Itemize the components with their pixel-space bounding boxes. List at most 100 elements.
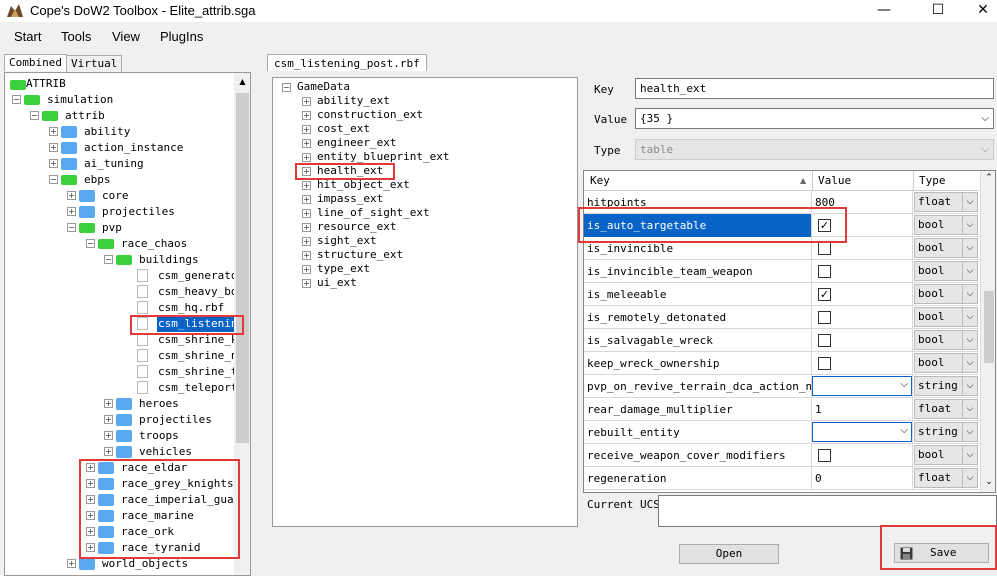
tree-item[interactable]: ability <box>83 124 131 140</box>
gamedata-item[interactable]: ui_ext <box>317 275 357 291</box>
chevron-down-icon[interactable]: ⌵ <box>962 377 977 395</box>
expand-icon[interactable]: + <box>302 153 311 162</box>
tree-item[interactable]: core <box>101 188 130 204</box>
open-button[interactable]: Open <box>679 544 779 564</box>
expand-icon[interactable]: + <box>104 447 113 456</box>
tree-item[interactable]: csm_heavy_bol <box>157 284 245 300</box>
key-field[interactable]: health_ext <box>635 78 994 99</box>
chevron-down-icon[interactable]: ⌵ <box>962 354 977 372</box>
type-combo[interactable]: bool ⌵ <box>914 238 978 258</box>
expand-icon[interactable]: + <box>302 209 311 218</box>
tab-virtual[interactable]: Virtual <box>66 55 123 72</box>
tree-item[interactable]: projectiles <box>101 204 176 220</box>
tree-item[interactable]: pvp <box>101 220 123 236</box>
minimize-button[interactable]: — <box>861 0 907 22</box>
tree-item[interactable]: simulation <box>46 92 114 108</box>
scroll-down-icon[interactable]: ⌄ <box>981 477 995 491</box>
value-text[interactable]: 1 <box>815 398 822 421</box>
expand-icon[interactable]: + <box>104 431 113 440</box>
expand-icon[interactable]: + <box>302 237 311 246</box>
expand-icon[interactable]: + <box>67 191 76 200</box>
checkbox[interactable] <box>818 242 831 255</box>
close-button[interactable]: ✕ <box>960 0 997 22</box>
col-type-header[interactable]: Type <box>919 171 946 191</box>
chevron-down-icon[interactable]: ⌵ <box>962 331 977 349</box>
current-ucs-field[interactable] <box>658 495 997 527</box>
type-combo[interactable]: string ⌵ <box>914 376 978 396</box>
chevron-down-icon[interactable]: ⌵ <box>962 423 977 441</box>
chevron-down-icon[interactable]: ⌵ <box>981 111 989 126</box>
tree-item[interactable]: ai_tuning <box>83 156 145 172</box>
chevron-down-icon[interactable]: ⌵ <box>962 216 977 234</box>
chevron-down-icon[interactable]: ⌵ <box>962 469 977 487</box>
type-combo[interactable]: bool ⌵ <box>914 353 978 373</box>
tree-item[interactable]: csm_teleport_ <box>157 380 245 396</box>
expand-icon[interactable]: + <box>302 251 311 260</box>
expand-icon[interactable]: + <box>302 181 311 190</box>
checkbox[interactable] <box>818 334 831 347</box>
checkbox[interactable] <box>818 265 831 278</box>
grid-row[interactable]: rear_damage_multiplier 1 float ⌵ <box>584 398 979 421</box>
menu-view[interactable]: View <box>112 29 140 44</box>
row-key[interactable]: pvp_on_revive_terrain_dca_action_name <box>584 375 812 398</box>
tree-item[interactable]: csm_hq.rbf <box>157 300 225 316</box>
expand-icon[interactable]: + <box>49 143 58 152</box>
scroll-up-icon[interactable]: ▲ <box>234 73 250 90</box>
type-combo[interactable]: bool ⌵ <box>914 445 978 465</box>
checkbox[interactable] <box>818 449 831 462</box>
type-combo[interactable]: bool ⌵ <box>914 330 978 350</box>
collapse-icon[interactable]: − <box>67 223 76 232</box>
chevron-down-icon[interactable]: ⌵ <box>962 262 977 280</box>
left-tree-scroll-thumb[interactable] <box>236 93 249 443</box>
type-combo[interactable]: float ⌵ <box>914 192 978 212</box>
menu-plugins[interactable]: PlugIns <box>160 29 203 44</box>
collapse-icon[interactable]: − <box>282 83 291 92</box>
tree-item[interactable]: race_chaos <box>120 236 188 252</box>
menu-start[interactable]: Start <box>14 29 41 44</box>
collapse-icon[interactable]: − <box>86 239 95 248</box>
collapse-icon[interactable]: − <box>30 111 39 120</box>
grid-row[interactable]: is_meleeable ✓ bool ⌵ <box>584 283 979 306</box>
value-text[interactable]: 0 <box>815 467 822 490</box>
grid-row[interactable]: rebuilt_entity ⌵ string ⌵ <box>584 421 979 444</box>
chevron-down-icon[interactable]: ⌵ <box>962 308 977 326</box>
chevron-down-icon[interactable]: ⌵ <box>962 400 977 418</box>
tree-item[interactable]: action_instance <box>83 140 184 156</box>
row-key[interactable]: is_salvagable_wreck <box>584 329 812 352</box>
tree-item[interactable]: heroes <box>138 396 180 412</box>
expand-icon[interactable]: + <box>302 97 311 106</box>
collapse-icon[interactable]: − <box>104 255 113 264</box>
grid-scrollbar[interactable]: ⌃ ⌄ <box>980 171 995 492</box>
chevron-down-icon[interactable]: ⌵ <box>962 239 977 257</box>
tab-combined[interactable]: Combined <box>4 54 67 71</box>
expand-icon[interactable]: + <box>49 159 58 168</box>
collapse-icon[interactable]: − <box>12 95 21 104</box>
grid-row[interactable]: regeneration 0 float ⌵ <box>584 467 979 490</box>
grid-scroll-thumb[interactable] <box>984 291 994 363</box>
scroll-up-icon[interactable]: ⌃ <box>981 173 995 187</box>
expand-icon[interactable]: + <box>302 139 311 148</box>
tree-item[interactable]: csm_generator <box>157 268 245 284</box>
chevron-down-icon[interactable]: ⌵ <box>900 379 908 390</box>
col-value-header[interactable]: Value <box>818 171 851 191</box>
expand-icon[interactable]: + <box>302 195 311 204</box>
row-key[interactable]: rebuilt_entity <box>584 421 812 444</box>
value-combo[interactable]: ⌵ <box>812 422 912 442</box>
expand-icon[interactable]: + <box>67 559 76 568</box>
type-combo[interactable]: bool ⌵ <box>914 215 978 235</box>
expand-icon[interactable]: + <box>49 127 58 136</box>
expand-icon[interactable]: + <box>302 279 311 288</box>
tab-file[interactable]: csm_listening_post.rbf <box>267 54 427 71</box>
row-key[interactable]: rear_damage_multiplier <box>584 398 812 421</box>
checkbox[interactable]: ✓ <box>818 288 831 301</box>
type-combo[interactable]: float ⌵ <box>914 399 978 419</box>
type-combo[interactable]: bool ⌵ <box>914 284 978 304</box>
tree-item[interactable]: troops <box>138 428 180 444</box>
row-key[interactable]: receive_weapon_cover_modifiers <box>584 444 812 467</box>
checkbox[interactable] <box>818 357 831 370</box>
tree-root[interactable]: ATTRIB <box>26 76 66 92</box>
grid-row[interactable]: receive_weapon_cover_modifiers bool ⌵ <box>584 444 979 467</box>
row-key[interactable]: is_meleeable <box>584 283 812 306</box>
checkbox[interactable] <box>818 311 831 324</box>
grid-row[interactable]: is_invincible_team_weapon bool ⌵ <box>584 260 979 283</box>
